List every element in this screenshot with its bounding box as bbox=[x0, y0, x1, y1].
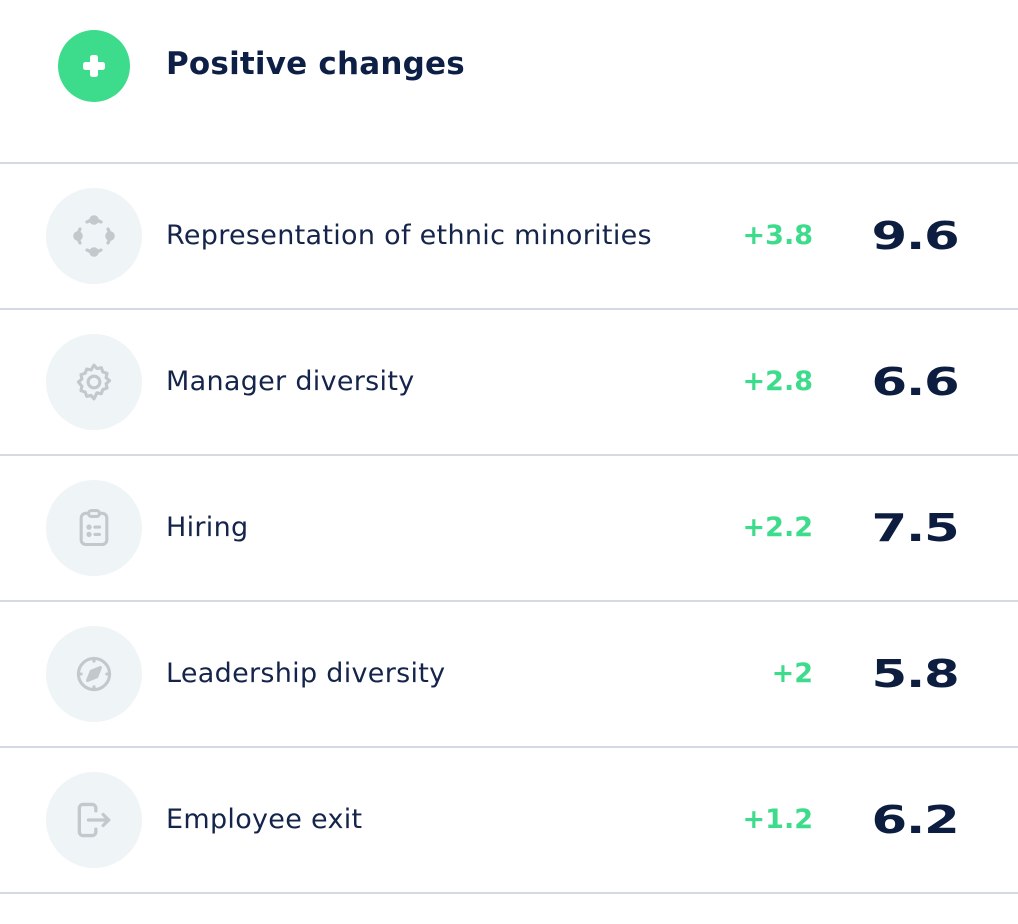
item-delta: +3.8 bbox=[742, 220, 813, 251]
list-item[interactable]: Manager diversity +2.8 6.6 bbox=[0, 310, 1018, 454]
item-delta: +2.2 bbox=[742, 512, 813, 543]
list-item[interactable]: Employee exit +1.2 6.2 bbox=[0, 748, 1018, 892]
item-value: 6.2 bbox=[871, 798, 959, 842]
network-nodes-icon bbox=[46, 188, 142, 284]
section-title: Positive changes bbox=[166, 46, 465, 82]
item-value: 9.6 bbox=[871, 214, 959, 258]
item-label: Representation of ethnic minorities bbox=[166, 220, 652, 251]
item-label: Employee exit bbox=[166, 804, 363, 835]
item-label: Manager diversity bbox=[166, 366, 415, 397]
item-value: 7.5 bbox=[871, 506, 959, 550]
item-label: Leadership diversity bbox=[166, 658, 446, 689]
exit-icon bbox=[46, 772, 142, 868]
item-delta: +2.8 bbox=[742, 366, 813, 397]
item-value: 5.8 bbox=[871, 652, 959, 696]
item-value: 6.6 bbox=[871, 360, 959, 404]
gear-icon bbox=[46, 334, 142, 430]
compass-icon bbox=[46, 626, 142, 722]
item-delta: +2 bbox=[771, 658, 813, 689]
plus-icon bbox=[58, 30, 130, 102]
list-item[interactable]: Representation of ethnic minorities +3.8… bbox=[0, 164, 1018, 308]
clipboard-list-icon bbox=[46, 480, 142, 576]
list-item[interactable]: Hiring +2.2 7.5 bbox=[0, 456, 1018, 600]
positive-changes-header: Positive changes bbox=[0, 0, 1018, 162]
item-label: Hiring bbox=[166, 512, 249, 543]
changes-list: Representation of ethnic minorities +3.8… bbox=[0, 162, 1018, 894]
item-delta: +1.2 bbox=[742, 804, 813, 835]
list-item[interactable]: Leadership diversity +2 5.8 bbox=[0, 602, 1018, 746]
divider bbox=[0, 892, 1018, 894]
